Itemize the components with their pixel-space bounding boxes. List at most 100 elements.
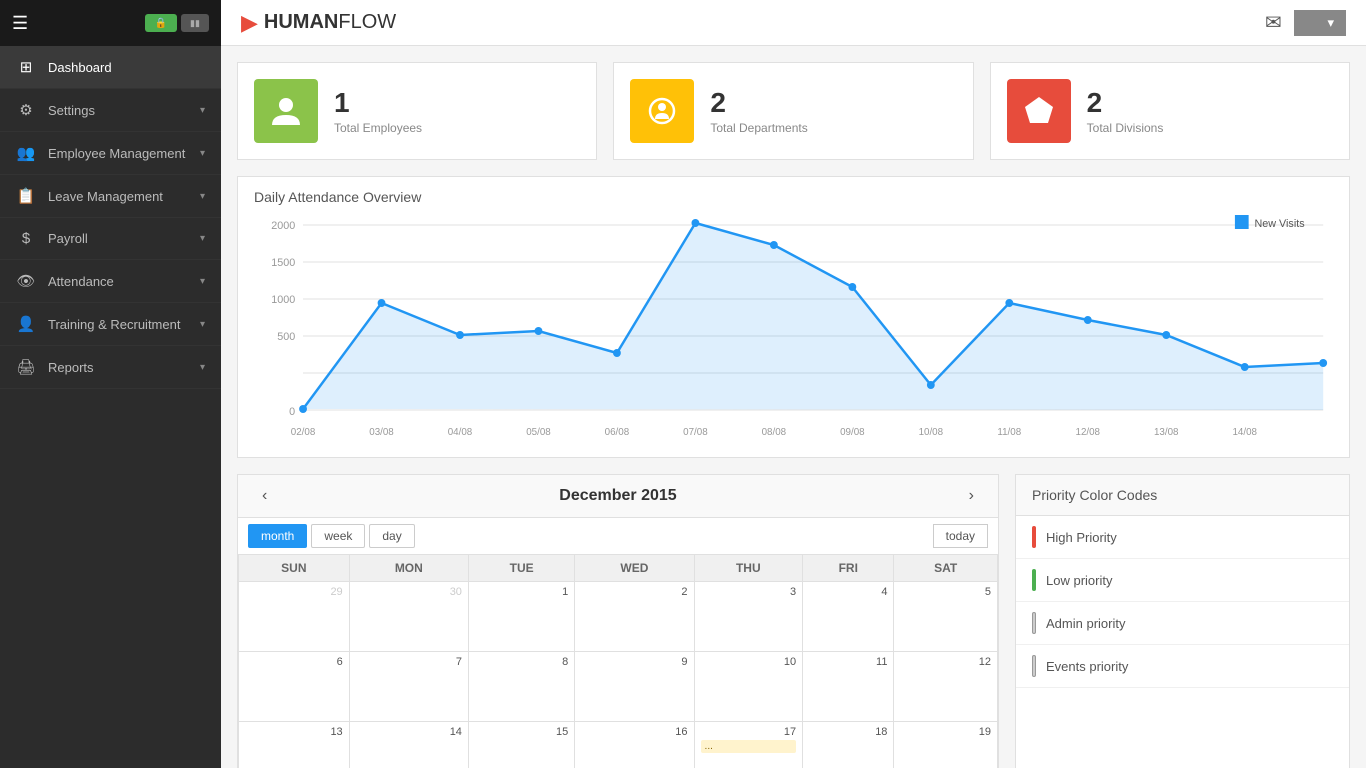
chevron-icon-attendance: ▾ [200, 276, 205, 287]
svg-text:06/08: 06/08 [605, 427, 630, 438]
calendar-cell[interactable]: 11 [803, 652, 894, 722]
toggle-off[interactable]: ▮▮ [181, 14, 209, 32]
calendar-cell[interactable]: 16 [575, 722, 694, 768]
bottom-area: ‹ December 2015 › month week day today S… [237, 474, 1350, 768]
user-menu-button[interactable]: ▾ [1294, 10, 1346, 36]
calendar-cell[interactable]: 5 [894, 582, 998, 652]
cal-header-mon: MON [349, 555, 468, 582]
sidebar-item-dashboard[interactable]: ⊞ Dashboard [0, 46, 221, 89]
departments-number: 2 [710, 87, 807, 119]
calendar-cell[interactable]: 29 [239, 582, 350, 652]
calendar-cell[interactable]: 8 [468, 652, 574, 722]
priority-section: Priority Color Codes High Priority Low p… [1015, 474, 1350, 768]
priority-item: Admin priority [1016, 602, 1349, 645]
calendar-month-button[interactable]: month [248, 524, 307, 548]
svg-text:05/08: 05/08 [526, 427, 551, 438]
calendar-cell[interactable]: 7 [349, 652, 468, 722]
sidebar-label-leave-management: Leave Management [48, 189, 163, 204]
svg-text:12/08: 12/08 [1076, 427, 1101, 438]
cal-header-thu: THU [694, 555, 803, 582]
calendar-cell[interactable]: 4 [803, 582, 894, 652]
sidebar-icon-employee-management: 👥 [16, 144, 36, 162]
sidebar: ☰ 🔒 ▮▮ ⊞ Dashboard ⚙ Settings ▾ 👥 Employ… [0, 0, 221, 768]
priority-title: Priority Color Codes [1016, 475, 1349, 516]
svg-text:03/08: 03/08 [369, 427, 394, 438]
toggle-on[interactable]: 🔒 [145, 14, 177, 32]
calendar-cell[interactable]: 17... [694, 722, 803, 768]
sidebar-toggle: 🔒 ▮▮ [145, 14, 209, 32]
sidebar-item-attendance[interactable]: 👁 Attendance ▾ [0, 260, 221, 303]
priority-label: Admin priority [1046, 616, 1125, 631]
calendar-cell[interactable]: 15 [468, 722, 574, 768]
divisions-icon-box [1007, 79, 1071, 143]
svg-text:02/08: 02/08 [291, 427, 316, 438]
calendar-cell[interactable]: 9 [575, 652, 694, 722]
mail-icon[interactable]: ✉ [1265, 10, 1282, 35]
sidebar-item-payroll[interactable]: $ Payroll ▾ [0, 218, 221, 260]
sidebar-label-employee-management: Employee Management [48, 146, 185, 161]
sidebar-nav: ⊞ Dashboard ⚙ Settings ▾ 👥 Employee Mana… [0, 46, 221, 768]
calendar-cell[interactable]: 30 [349, 582, 468, 652]
svg-text:13/08: 13/08 [1154, 427, 1179, 438]
sidebar-item-employee-management[interactable]: 👥 Employee Management ▾ [0, 132, 221, 175]
sidebar-item-reports[interactable]: 🖨 Reports ▾ [0, 346, 221, 389]
chevron-icon-leave-management: ▾ [200, 191, 205, 202]
employees-info: 1 Total Employees [334, 87, 422, 135]
calendar-grid: SUN MON TUE WED THU FRI SAT 293012345678… [238, 554, 998, 768]
chart-container: 2000 1500 1000 500 0 [254, 215, 1333, 445]
calendar-controls: month week day today [238, 518, 998, 554]
sidebar-label-training-recruitment: Training & Recruitment [48, 317, 180, 332]
cal-header-sat: SAT [894, 555, 998, 582]
calendar-section: ‹ December 2015 › month week day today S… [237, 474, 999, 768]
calendar-prev-button[interactable]: ‹ [254, 485, 275, 507]
calendar-cell[interactable]: 19 [894, 722, 998, 768]
stat-card-employees: 1 Total Employees [237, 62, 597, 160]
employees-number: 1 [334, 87, 422, 119]
calendar-cell[interactable]: 1 [468, 582, 574, 652]
svg-text:10/08: 10/08 [919, 427, 944, 438]
calendar-day-button[interactable]: day [369, 524, 414, 548]
calendar-cell[interactable]: 14 [349, 722, 468, 768]
departments-icon-box [630, 79, 694, 143]
stat-card-departments: 2 Total Departments [613, 62, 973, 160]
chart-section: Daily Attendance Overview 2000 1500 1000… [237, 176, 1350, 458]
sidebar-header: ☰ 🔒 ▮▮ [0, 0, 221, 46]
topbar: ▶ HUMANFLOW ✉ ▾ [221, 0, 1366, 46]
main-content: ▶ HUMANFLOW ✉ ▾ [221, 0, 1366, 768]
calendar-cell[interactable]: 2 [575, 582, 694, 652]
sidebar-icon-leave-management: 📋 [16, 187, 36, 205]
logo-icon: ▶ [241, 10, 258, 36]
svg-text:New Visits: New Visits [1255, 218, 1306, 230]
sidebar-label-payroll: Payroll [48, 231, 88, 246]
departments-label: Total Departments [710, 121, 807, 135]
calendar-cell[interactable]: 10 [694, 652, 803, 722]
calendar-cell[interactable]: 13 [239, 722, 350, 768]
calendar-next-button[interactable]: › [961, 485, 982, 507]
svg-text:2000: 2000 [271, 220, 295, 232]
logo-text: HUMANFLOW [264, 11, 396, 34]
sidebar-item-training-recruitment[interactable]: 👤 Training & Recruitment ▾ [0, 303, 221, 346]
svg-text:1500: 1500 [271, 257, 295, 269]
employees-icon-box [254, 79, 318, 143]
hamburger-icon[interactable]: ☰ [12, 13, 28, 34]
calendar-cell[interactable]: 12 [894, 652, 998, 722]
priority-item: High Priority [1016, 516, 1349, 559]
sidebar-icon-reports: 🖨 [16, 358, 36, 376]
sidebar-item-leave-management[interactable]: 📋 Leave Management ▾ [0, 175, 221, 218]
calendar-today-button[interactable]: today [933, 524, 988, 548]
calendar-cell[interactable]: 18 [803, 722, 894, 768]
chart-title: Daily Attendance Overview [254, 189, 1333, 205]
cal-header-tue: TUE [468, 555, 574, 582]
calendar-week-button[interactable]: week [311, 524, 365, 548]
calendar-cell[interactable]: 3 [694, 582, 803, 652]
chevron-icon-training-recruitment: ▾ [200, 319, 205, 330]
divisions-number: 2 [1087, 87, 1164, 119]
content-area: 1 Total Employees 2 Total Departments [221, 46, 1366, 768]
topbar-right: ✉ ▾ [1265, 10, 1346, 36]
sidebar-item-settings[interactable]: ⚙ Settings ▾ [0, 89, 221, 132]
svg-text:04/08: 04/08 [448, 427, 473, 438]
cal-header-sun: SUN [239, 555, 350, 582]
calendar-cell[interactable]: 6 [239, 652, 350, 722]
chevron-icon-employee-management: ▾ [200, 148, 205, 159]
divisions-label: Total Divisions [1087, 121, 1164, 135]
